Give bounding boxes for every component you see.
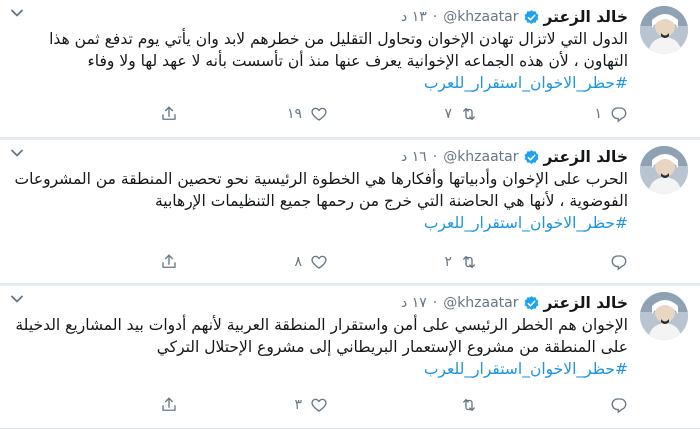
separator-dot: · [432, 149, 438, 165]
share-icon [160, 253, 178, 271]
tweet-actions: ٣ [14, 395, 628, 415]
timeline-feed: خالد الزعتر @khzaatar · ١٣ د الدول التي … [0, 0, 700, 429]
heart-icon [310, 105, 328, 123]
reply-icon [610, 396, 628, 414]
retweet-button[interactable] [328, 396, 478, 414]
share-icon [160, 105, 178, 123]
reply-button[interactable] [478, 253, 628, 271]
retweet-icon [460, 396, 478, 414]
reply-icon [610, 253, 628, 271]
hashtag-link[interactable]: #حظر_الاخوان_استقرار_للعرب [424, 214, 628, 232]
author-name[interactable]: خالد الزعتر [544, 8, 629, 26]
tweet-text: الإخوان هم الخطر الرئيسي على أمن واستقرا… [14, 314, 628, 380]
reply-button[interactable] [478, 396, 628, 414]
tweet-body: الإخوان هم الخطر الرئيسي على أمن واستقرا… [15, 316, 628, 356]
tweet[interactable]: خالد الزعتر @khzaatar · ١٦ د الحرب على ا… [0, 140, 700, 284]
hashtag-link[interactable]: #حظر_الاخوان_استقرار_للعرب [424, 360, 628, 378]
tweet-text: الحرب على الإخوان وأدبياتها وأفكارها هي … [14, 168, 628, 234]
tweet-body: الحرب على الإخوان وأدبياتها وأفكارها هي … [14, 170, 628, 210]
tweet-actions: ١ ٧ ١٩ [14, 104, 628, 124]
tweet-header: خالد الزعتر @khzaatar · ١٧ د [10, 292, 628, 314]
author-handle[interactable]: @khzaatar [443, 295, 518, 311]
like-button[interactable]: ٨ [178, 253, 328, 271]
tweet-timestamp[interactable]: ١٧ د [401, 295, 427, 311]
tweet[interactable]: خالد الزعتر @khzaatar · ١٣ د الدول التي … [0, 0, 700, 138]
reply-icon [610, 105, 628, 123]
verified-badge-icon [523, 149, 540, 166]
tweet-body: الدول التي لاتزال تهادن الإخوان وتحاول ا… [49, 30, 628, 70]
separator-dot: · [432, 295, 438, 311]
share-button[interactable] [148, 396, 178, 414]
separator-dot: · [432, 9, 438, 25]
like-count: ٨ [294, 254, 302, 270]
avatar[interactable] [640, 6, 688, 54]
tweet-header: خالد الزعتر @khzaatar · ١٣ د [10, 6, 628, 28]
share-button[interactable] [148, 105, 178, 123]
like-count: ٣ [294, 397, 302, 413]
retweet-icon [460, 105, 478, 123]
chevron-down-icon[interactable] [10, 292, 24, 306]
heart-icon [310, 253, 328, 271]
hashtag-link[interactable]: #حظر_الاخوان_استقرار_للعرب [424, 74, 628, 92]
author-handle[interactable]: @khzaatar [443, 149, 518, 165]
verified-badge-icon [523, 295, 540, 312]
like-count: ١٩ [286, 106, 302, 122]
heart-icon [310, 396, 328, 414]
retweet-count: ٢ [444, 254, 452, 270]
author-name[interactable]: خالد الزعتر [544, 294, 629, 312]
tweet-timestamp[interactable]: ١٣ د [401, 9, 427, 25]
chevron-down-icon[interactable] [10, 6, 24, 20]
avatar[interactable] [640, 146, 688, 194]
share-icon [160, 396, 178, 414]
like-button[interactable]: ١٩ [178, 105, 328, 123]
reply-button[interactable]: ١ [478, 105, 628, 123]
share-button[interactable] [148, 253, 178, 271]
retweet-count: ٧ [444, 106, 452, 122]
author-handle[interactable]: @khzaatar [443, 9, 518, 25]
author-name[interactable]: خالد الزعتر [544, 148, 629, 166]
retweet-icon [460, 253, 478, 271]
tweet[interactable]: خالد الزعتر @khzaatar · ١٧ د الإخوان هم … [0, 286, 700, 429]
retweet-button[interactable]: ٢ [328, 253, 478, 271]
tweet-timestamp[interactable]: ١٦ د [401, 149, 427, 165]
tweet-header: خالد الزعتر @khzaatar · ١٦ د [10, 146, 628, 168]
avatar[interactable] [640, 292, 688, 340]
verified-badge-icon [523, 9, 540, 26]
tweet-text: الدول التي لاتزال تهادن الإخوان وتحاول ا… [14, 28, 628, 94]
tweet-actions: ٢ ٨ [14, 252, 628, 272]
chevron-down-icon[interactable] [10, 146, 24, 160]
retweet-button[interactable]: ٧ [328, 105, 478, 123]
like-button[interactable]: ٣ [178, 396, 328, 414]
reply-count: ١ [594, 106, 602, 122]
